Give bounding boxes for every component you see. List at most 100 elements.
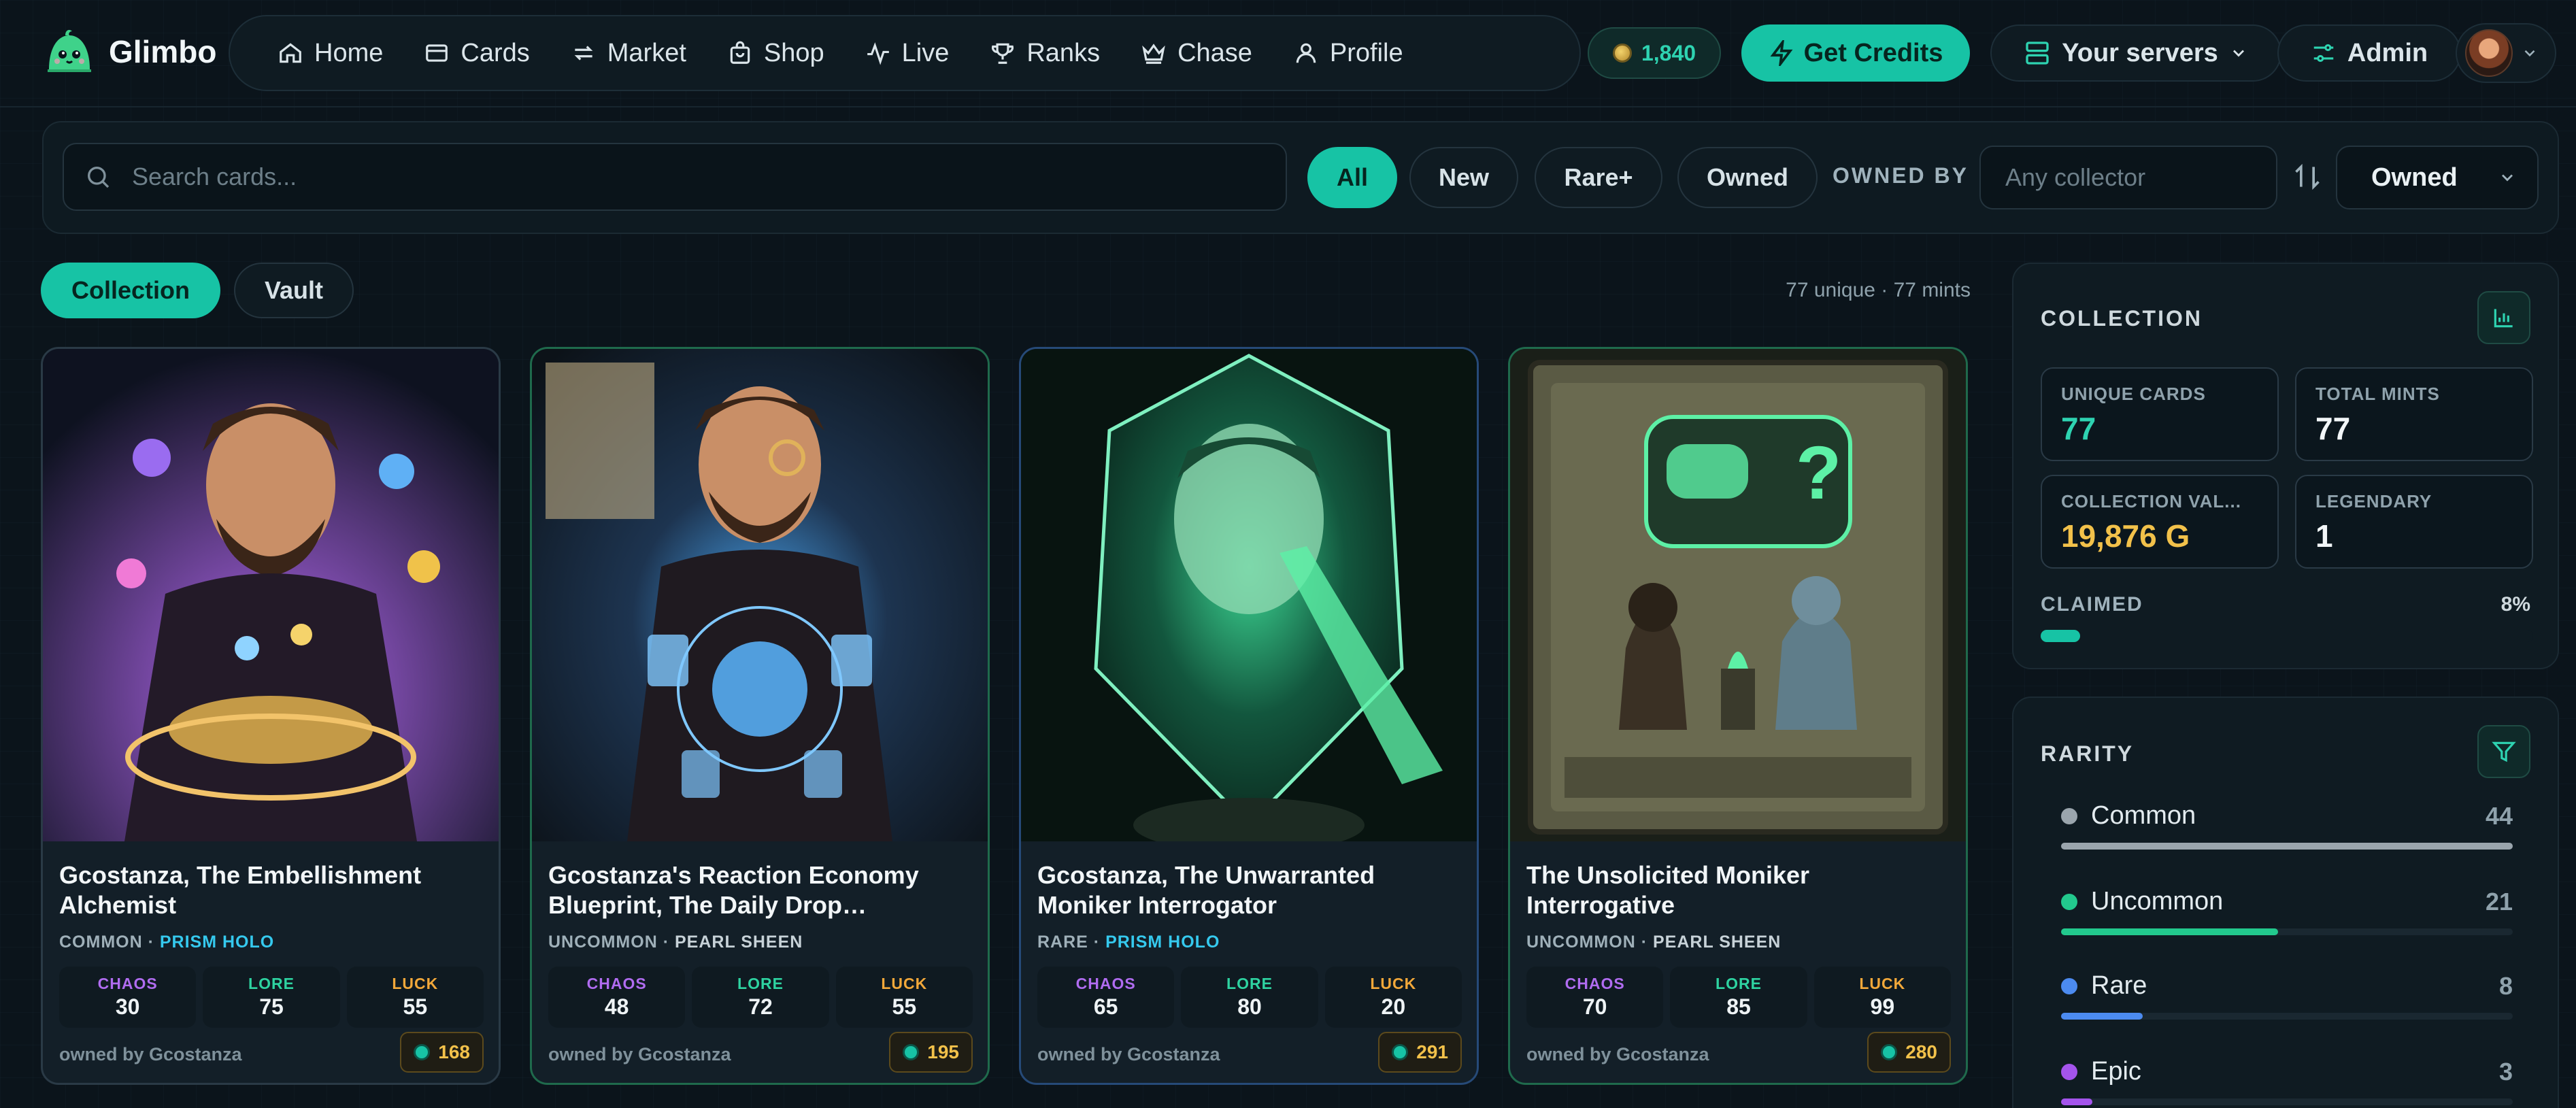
servers-dropdown[interactable]: Your servers [1990, 24, 2281, 82]
account-menu[interactable] [2456, 23, 2556, 83]
card-price-badge: 168 [400, 1032, 484, 1073]
crown-icon [1142, 44, 1165, 64]
card-stats: CHAOS 70 LORE 85 LUCK 99 [1526, 967, 1951, 1028]
nav-chase[interactable]: Chase [1120, 26, 1273, 80]
card-title: The Unsolicited Moniker Interrogative [1526, 861, 1810, 919]
collector-input[interactable] [2005, 163, 2264, 192]
rarity-bar-fill [2061, 928, 2278, 935]
admin-button[interactable]: Admin [2277, 24, 2461, 82]
card-artwork: ? [1510, 349, 1966, 841]
claimed-progress-bar [2041, 630, 2533, 642]
sort-icon[interactable] [2292, 162, 2322, 192]
card-rarity-finish: COMMON · PRISM HOLO [59, 933, 275, 952]
stat-label: CHAOS [1075, 975, 1136, 992]
sliders-icon [2313, 44, 2334, 62]
card-price: 168 [438, 1041, 470, 1062]
rarity-count: 8 [2498, 971, 2513, 1000]
collection-chart-button[interactable] [2477, 291, 2530, 344]
card-tile[interactable]: Gcostanza's Reaction Economy Blueprint, … [530, 347, 990, 1085]
rarity-row-uncommon[interactable]: Uncommon 21 [2061, 887, 2513, 935]
card-stats: CHAOS 48 LORE 72 LUCK 55 [548, 967, 973, 1028]
card-rarity: RARE [1037, 933, 1088, 952]
card-tile[interactable]: Gcostanza, The Embellishment Alchemist C… [41, 347, 501, 1085]
filter-chip-all[interactable]: All [1307, 147, 1397, 208]
search-input[interactable] [132, 163, 1220, 191]
rarity-row-epic[interactable]: Epic 3 [2061, 1057, 2513, 1105]
rarity-label: Uncommon [2091, 887, 2224, 916]
stat-luck: LUCK 55 [346, 967, 484, 1028]
rarity-dot-icon [2061, 977, 2077, 994]
rarity-filter-button[interactable] [2477, 725, 2530, 778]
collection-summary: 77 unique · 77 mints [1786, 279, 1971, 301]
card-rarity-finish: UNCOMMON · PEARL SHEEN [548, 933, 803, 952]
brand-logo[interactable]: Glimbo [42, 24, 216, 79]
nav-ranks[interactable]: Ranks [969, 26, 1120, 80]
card-finish: PEARL SHEEN [1652, 933, 1782, 952]
card-finish: PRISM HOLO [159, 933, 275, 952]
rarity-row-header: Common 44 [2061, 801, 2513, 830]
stone-tablet-illustration: ? [1510, 349, 1966, 841]
card-tile[interactable]: Gcostanza, The Unwarranted Moniker Inter… [1019, 347, 1479, 1085]
filter-chip-owned[interactable]: Owned [1677, 147, 1818, 208]
svg-text:?: ? [1796, 431, 1841, 515]
filter-chip-rare-plus[interactable]: Rare+ [1535, 147, 1662, 208]
stat-value: 70 [1582, 994, 1607, 1019]
blueprint-portrait-illustration [532, 349, 988, 841]
collector-filter[interactable] [1979, 146, 2277, 209]
rarity-name: Common [2061, 801, 2196, 830]
nav-cards[interactable]: Cards [403, 26, 550, 80]
g-coin-icon [903, 1044, 920, 1060]
rarity-row-common[interactable]: Common 44 [2061, 801, 2513, 850]
rarity-label: Rare [2091, 971, 2147, 1000]
swap-icon [574, 46, 593, 61]
statbox-value: 77 [2061, 411, 2096, 446]
stat-lore: LORE 80 [1181, 967, 1318, 1028]
rarity-row-rare[interactable]: Rare 8 [2061, 971, 2513, 1020]
stat-value: 80 [1237, 994, 1262, 1019]
rarity-panel: RARITY Common 44 Uncommon 21 Rare 8 Epic 3 [2012, 696, 2559, 1108]
stat-label: LORE [1716, 975, 1762, 992]
search-box[interactable] [63, 143, 1287, 211]
statbox-value: 77 [2315, 411, 2351, 446]
filter-chip-new[interactable]: New [1409, 147, 1518, 208]
nav-ranks-label: Ranks [1026, 38, 1101, 67]
nav-live[interactable]: Live [845, 26, 970, 80]
chevron-down-icon [2524, 50, 2535, 57]
nav-market-label: Market [607, 38, 686, 67]
card-owner: owned by Gcostanza [59, 1044, 242, 1064]
credit-balance[interactable]: 1,840 [1588, 27, 1721, 79]
card-owner: owned by Gcostanza [1526, 1044, 1709, 1064]
nav-shop[interactable]: Shop [707, 26, 845, 80]
card-price-badge: 195 [889, 1032, 973, 1073]
card-artwork [43, 349, 499, 841]
user-icon [1296, 43, 1316, 63]
stat-unique-cards: UNIQUE CARDS 77 [2041, 367, 2279, 461]
stat-label: CHAOS [97, 975, 158, 992]
card-tile[interactable]: ? The Unsolicited Moniker Interrogative … [1508, 347, 1968, 1085]
card-price-badge: 280 [1867, 1032, 1951, 1073]
statbox-label: TOTAL MINTS [2315, 384, 2440, 404]
nav-profile[interactable]: Profile [1273, 26, 1424, 80]
g-coin-icon [414, 1044, 431, 1060]
nav-chase-label: Chase [1177, 38, 1252, 67]
servers-label: Your servers [2062, 38, 2218, 67]
card-rarity: COMMON [59, 933, 143, 952]
rarity-name: Epic [2061, 1057, 2141, 1086]
tab-collection[interactable]: Collection [41, 263, 220, 318]
stat-lore: LORE 85 [1670, 967, 1807, 1028]
get-credits-button[interactable]: Get Credits [1741, 24, 1970, 82]
rarity-bar-fill [2061, 1013, 2143, 1020]
tab-vault[interactable]: Vault [234, 263, 354, 318]
coin-icon [1612, 44, 1632, 63]
stat-label: LUCK [881, 975, 928, 992]
nav-home[interactable]: Home [257, 26, 403, 80]
nav-profile-label: Profile [1329, 38, 1403, 67]
stat-lore: LORE 75 [203, 967, 340, 1028]
sort-select[interactable]: Owned [2336, 146, 2539, 209]
statbox-label: UNIQUE CARDS [2061, 384, 2206, 404]
nav-home-label: Home [314, 38, 384, 67]
nav-market[interactable]: Market [550, 26, 707, 80]
alchemist-portrait-illustration [43, 349, 499, 841]
g-coin-icon [1392, 1044, 1409, 1060]
statbox-label: LEGENDARY [2315, 491, 2432, 511]
